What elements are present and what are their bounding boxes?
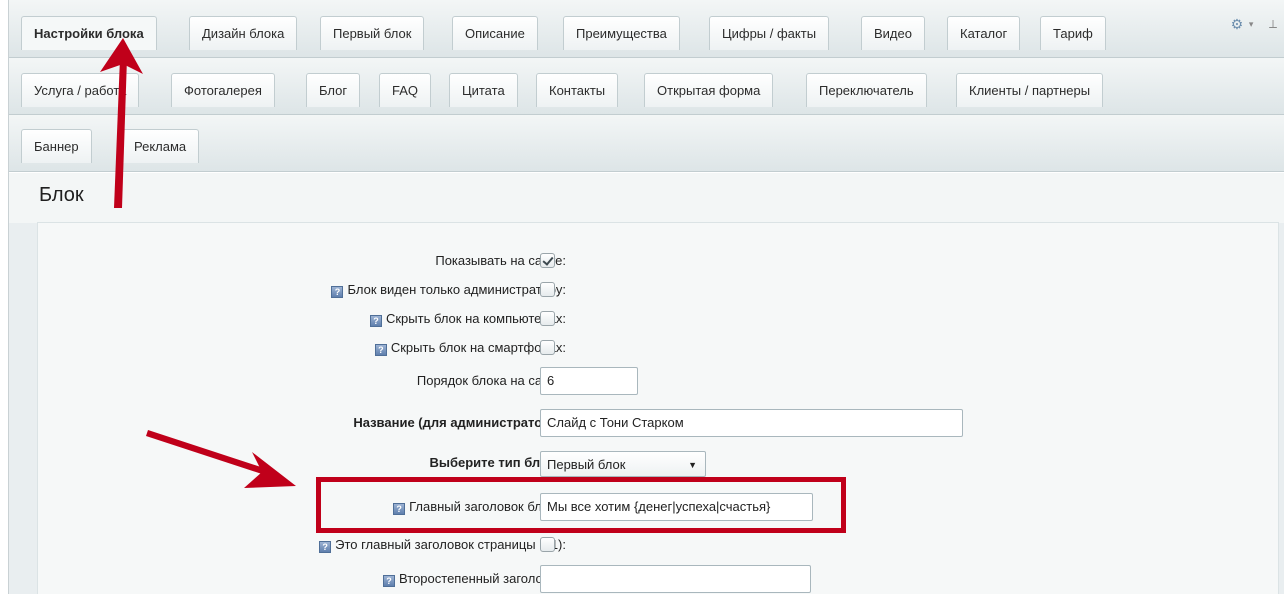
row-sub-heading: ? Второстепенный заголовок: [38, 565, 1278, 593]
tab-row-3: Баннер Реклама [9, 115, 1284, 172]
row-name: Название (для администратора): Слайд с Т… [38, 409, 1278, 437]
page-title: Блок [39, 184, 84, 206]
tab-clients-partners[interactable]: Клиенты / партнеры [956, 73, 1104, 107]
tab-switcher[interactable]: Переключатель [806, 73, 927, 107]
row-is-h1: ? Это главный заголовок страницы (h1): [38, 531, 1278, 559]
tab-block-settings[interactable]: Настройки блока [21, 16, 157, 50]
hide-desktop-text: Скрыть блок на компьютерах: [385, 311, 566, 326]
tab-photo-gallery[interactable]: Фотогалерея [171, 73, 275, 107]
block-type-value: Первый блок [547, 457, 626, 472]
help-icon[interactable]: ? [319, 541, 332, 553]
block-settings-form: Показывать на сайте: ? Блок виден только … [37, 222, 1279, 594]
admin-only-text: Блок виден только администратору: [347, 282, 566, 297]
sub-heading-input[interactable] [540, 565, 811, 593]
content-header [9, 172, 1284, 223]
annotation-highlight-box [316, 477, 846, 533]
row-hide-mobile: ? Скрыть блок на смартфонах: [38, 334, 1278, 362]
help-icon[interactable]: ? [383, 575, 396, 587]
label-sub-heading: ? Второстепенный заголовок: [383, 571, 566, 587]
chevron-down-icon[interactable]: ▾ [1249, 19, 1254, 30]
label-admin-only: ? Блок виден только администратору: [331, 282, 566, 298]
tab-service[interactable]: Услуга / работа [21, 73, 140, 107]
gear-icon[interactable]: ⚙ [1231, 16, 1244, 33]
tab-catalog[interactable]: Каталог [947, 16, 1021, 50]
order-input[interactable]: 6 [540, 367, 638, 395]
row-type: Выберите тип блока: Первый блок ▼ [38, 449, 1278, 477]
tab-first-block[interactable]: Первый блок [320, 16, 425, 50]
row-hide-desktop: ? Скрыть блок на компьютерах: [38, 305, 1278, 333]
tab-advertising[interactable]: Реклама [121, 129, 200, 163]
tab-quote[interactable]: Цитата [449, 73, 518, 107]
tab-blog[interactable]: Блог [306, 73, 361, 107]
label-name: Название (для администратора): [353, 415, 566, 430]
block-type-select[interactable]: Первый блок ▼ [540, 451, 706, 477]
tab-faq[interactable]: FAQ [379, 73, 432, 107]
hide-desktop-checkbox[interactable] [540, 311, 555, 326]
hide-mobile-checkbox[interactable] [540, 340, 555, 355]
help-icon[interactable]: ? [374, 344, 387, 356]
tab-open-form[interactable]: Открытая форма [644, 73, 774, 107]
pin-icon[interactable]: ⟂ [1269, 17, 1277, 32]
label-hide-desktop: ? Скрыть блок на компьютерах: [369, 311, 566, 327]
label-is-h1: ? Это главный заголовок страницы (h1): [319, 537, 566, 553]
show-on-site-checkbox[interactable] [540, 253, 555, 268]
tab-row-2: Услуга / работа Фотогалерея Блог FAQ Цит… [9, 58, 1284, 115]
admin-only-checkbox[interactable] [540, 282, 555, 297]
is-h1-checkbox[interactable] [540, 537, 555, 552]
tab-tariff[interactable]: Тариф [1040, 16, 1106, 50]
tab-description[interactable]: Описание [452, 16, 538, 50]
toolbar-tools: ⚙ ▾ ⟂ [1231, 16, 1277, 36]
label-hide-mobile: ? Скрыть блок на смартфонах: [374, 340, 566, 356]
help-icon[interactable]: ? [369, 315, 382, 327]
row-order: Порядок блока на сайте: 6 [38, 367, 1278, 395]
row-admin-only: ? Блок виден только администратору: [38, 276, 1278, 304]
name-label-text: Название (для администратора): [353, 415, 566, 430]
tab-block-design[interactable]: Дизайн блока [189, 16, 298, 50]
tab-contacts[interactable]: Контакты [536, 73, 619, 107]
tab-video[interactable]: Видео [861, 16, 925, 50]
help-icon[interactable]: ? [331, 286, 344, 298]
dropdown-arrow-icon: ▼ [688, 460, 697, 470]
tab-banner[interactable]: Баннер [21, 129, 92, 163]
row-show-on-site: Показывать на сайте: [38, 247, 1278, 275]
tab-advantages[interactable]: Преимущества [563, 16, 680, 50]
is-h1-text: Это главный заголовок страницы (h1): [335, 537, 566, 552]
tab-row-1: Настройки блока Дизайн блока Первый блок… [9, 0, 1284, 58]
tab-numbers-facts[interactable]: Цифры / факты [709, 16, 830, 50]
name-input[interactable]: Слайд с Тони Старком [540, 409, 963, 437]
